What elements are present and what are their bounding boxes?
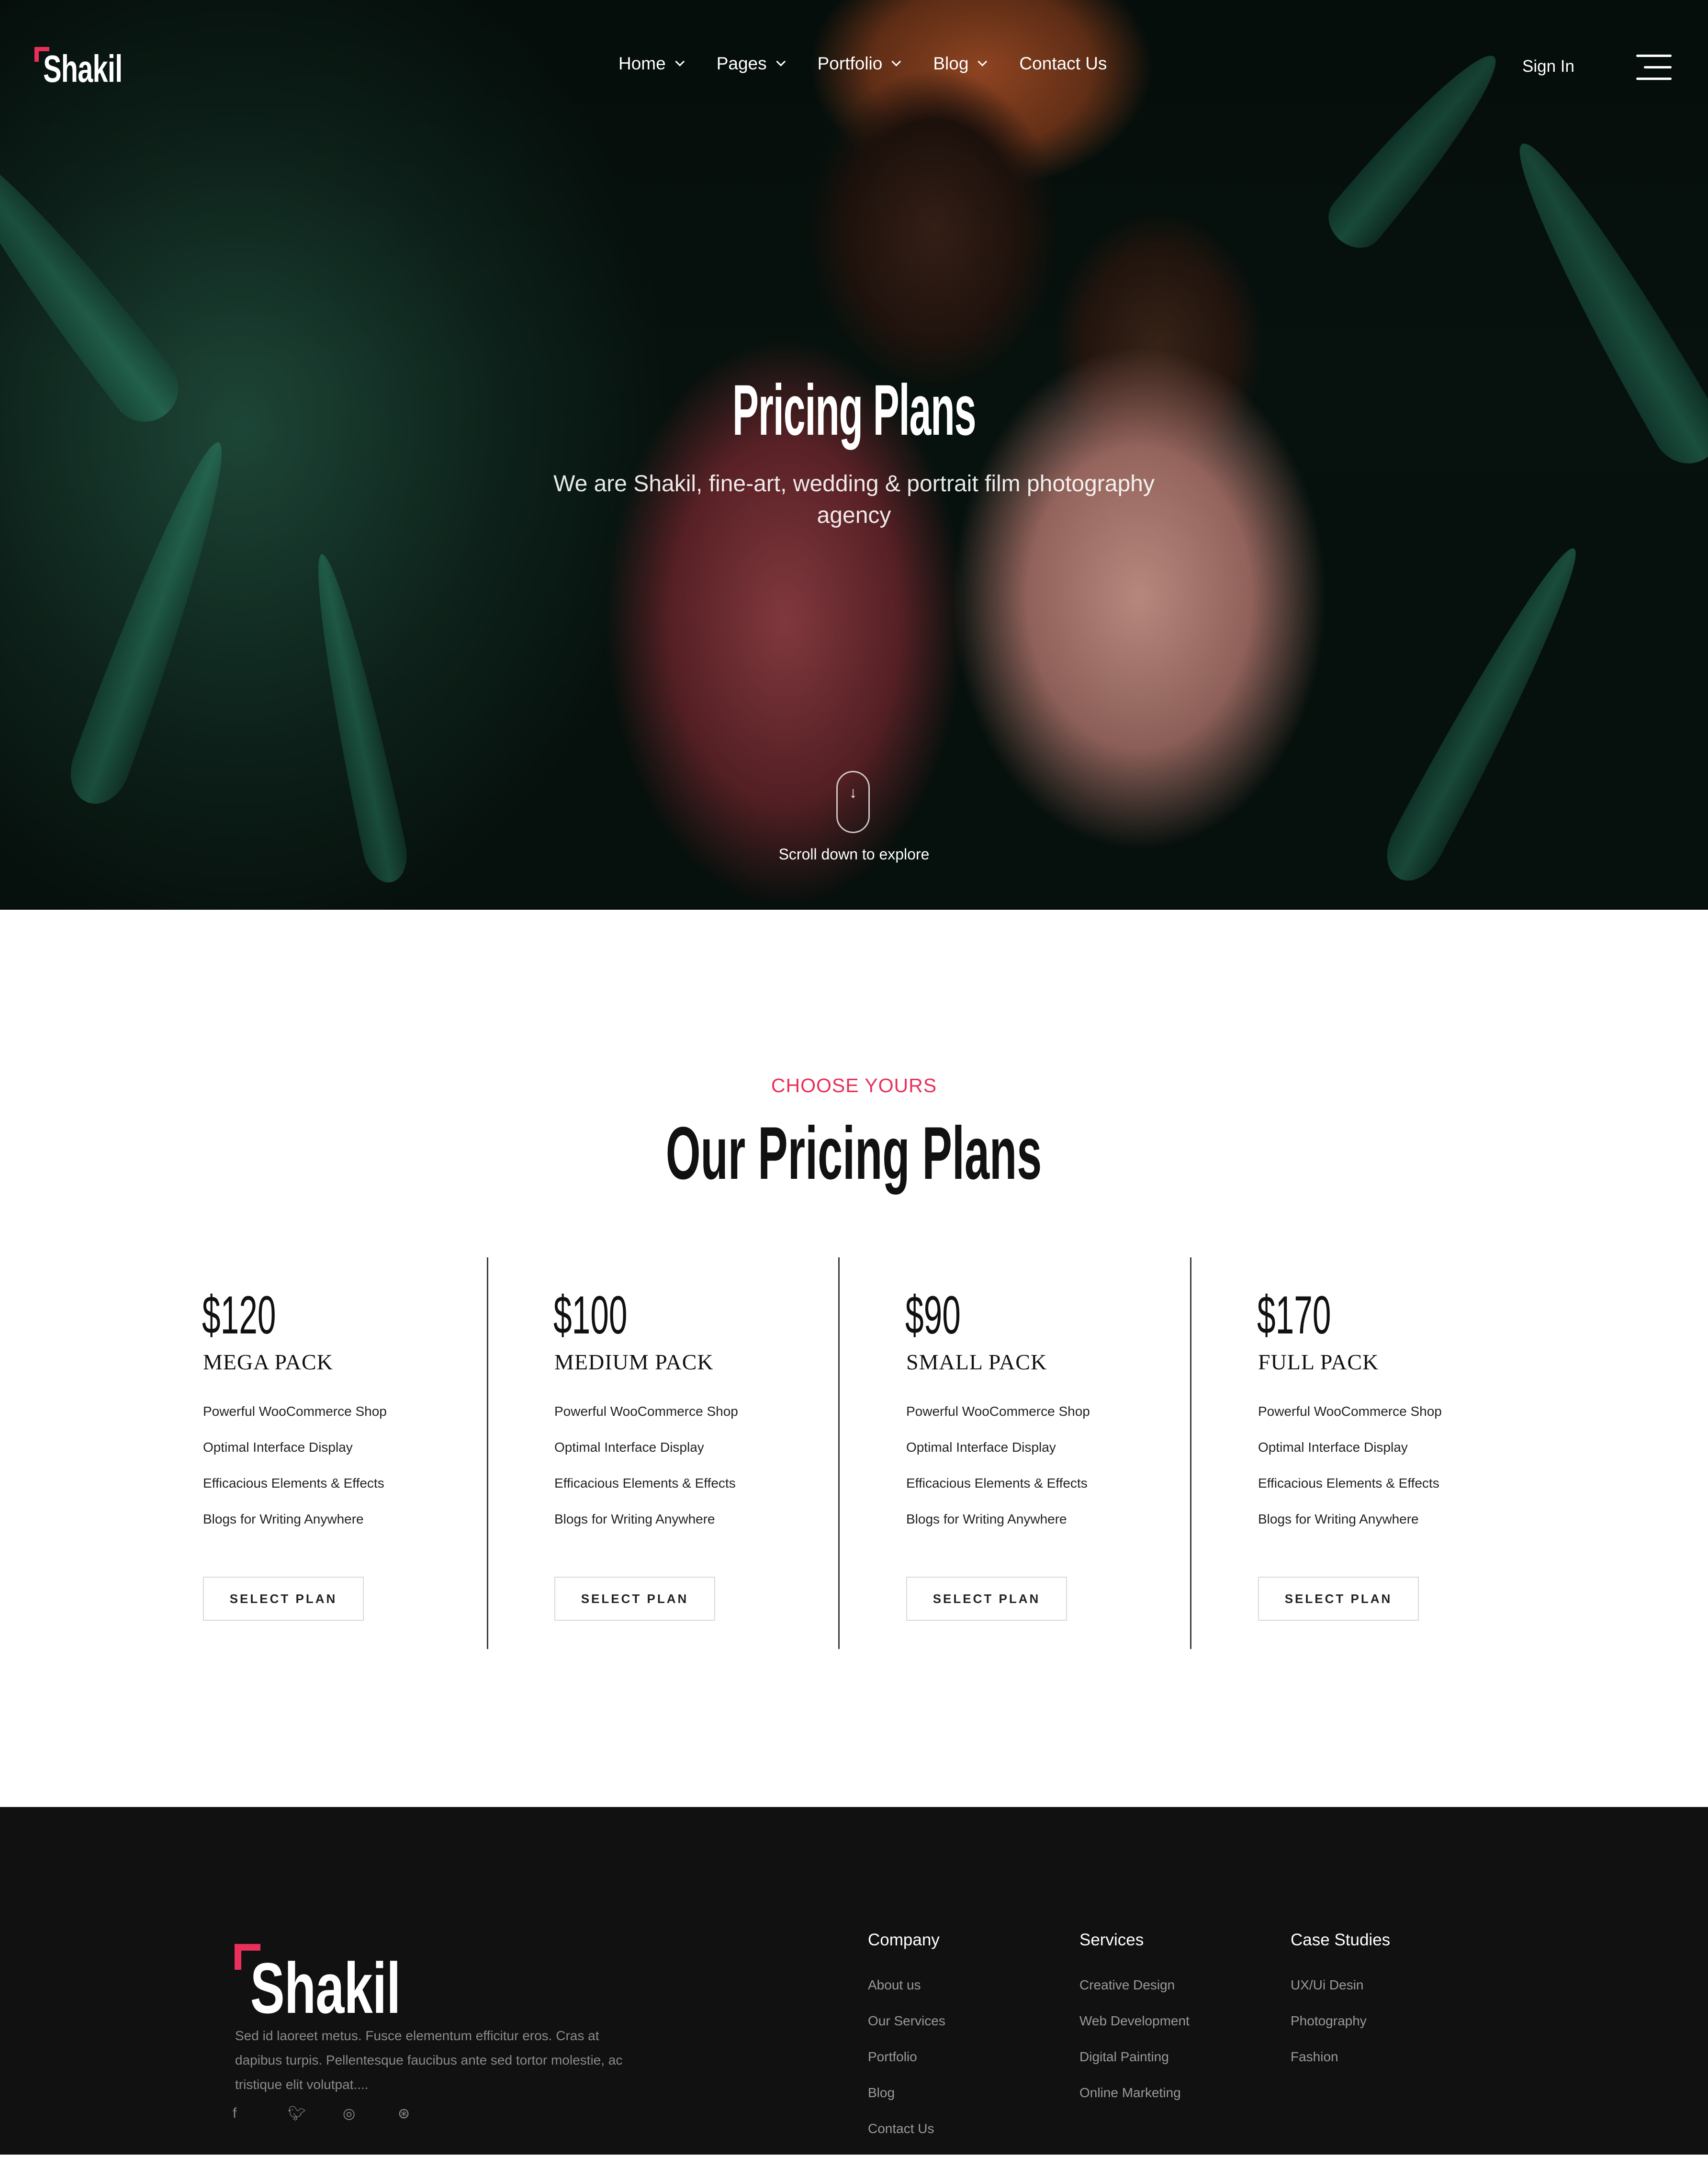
- footer-link[interactable]: Digital Painting: [1079, 2049, 1190, 2085]
- footer-link[interactable]: Fashion: [1291, 2049, 1390, 2085]
- social-links: f 🐦︎ ◎ ⊛: [233, 2105, 453, 2122]
- feature-item: Powerful WooCommerce Shop: [1258, 1404, 1442, 1419]
- plan-price: $90: [905, 1285, 961, 1345]
- sign-in-link[interactable]: Sign In: [1522, 57, 1574, 76]
- pricing-plans: $120 MEGA PACK Powerful WooCommerce Shop…: [0, 1257, 1708, 1650]
- select-plan-button[interactable]: SELECT PLAN: [906, 1577, 1067, 1621]
- feature-item: Optimal Interface Display: [906, 1440, 1056, 1455]
- hamburger-icon[interactable]: [1636, 55, 1672, 81]
- feature-item: Blogs for Writing Anywhere: [1258, 1512, 1419, 1526]
- feature-item: Powerful WooCommerce Shop: [906, 1404, 1090, 1419]
- feature-item: Blogs for Writing Anywhere: [906, 1512, 1067, 1526]
- footer-link[interactable]: Portfolio: [868, 2049, 945, 2085]
- main-nav: Home Pages Portfolio Blog Contact Us: [618, 54, 1107, 74]
- footer-link[interactable]: Online Marketing: [1079, 2085, 1190, 2121]
- footer-link[interactable]: Photography: [1291, 2013, 1390, 2049]
- footer-column-case-studies: Case Studies UX/Ui Desin Photography Fas…: [1291, 1931, 1390, 2085]
- scroll-label: Scroll down to explore: [778, 846, 930, 863]
- plan-features: Powerful WooCommerce Shop Optimal Interf…: [203, 1403, 387, 1547]
- chevron-down-icon: [891, 56, 901, 67]
- facebook-icon[interactable]: f: [233, 2105, 288, 2122]
- plan-features: Powerful WooCommerce Shop Optimal Interf…: [554, 1403, 738, 1547]
- feature-item: Blogs for Writing Anywhere: [203, 1512, 364, 1526]
- plan-name: SMALL PACK: [906, 1350, 1047, 1374]
- footer-link[interactable]: UX/Ui Desin: [1291, 1977, 1390, 2013]
- chevron-down-icon: [775, 56, 786, 67]
- nav-item-pages[interactable]: Pages: [717, 54, 786, 74]
- feature-item: Blogs for Writing Anywhere: [554, 1512, 715, 1526]
- select-plan-button[interactable]: SELECT PLAN: [1258, 1577, 1419, 1621]
- plan-name: FULL PACK: [1258, 1350, 1379, 1374]
- hero-title: Pricing Plans: [732, 370, 976, 450]
- footer-link[interactable]: Creative Design: [1079, 1977, 1190, 2013]
- plan-name: MEGA PACK: [203, 1350, 333, 1374]
- feature-item: Powerful WooCommerce Shop: [554, 1404, 738, 1419]
- column-divider: [838, 1257, 840, 1649]
- select-plan-button[interactable]: SELECT PLAN: [554, 1577, 715, 1621]
- footer-description: Sed id laoreet metus. Fusce elementum ef…: [235, 2028, 623, 2092]
- feature-item: Efficacious Elements & Effects: [1258, 1476, 1439, 1491]
- footer-link[interactable]: Contact Us: [868, 2121, 945, 2157]
- footer-link[interactable]: Web Development: [1079, 2013, 1190, 2049]
- footer-column-heading: Case Studies: [1291, 1931, 1391, 1949]
- column-divider: [487, 1257, 488, 1649]
- section-eyebrow: CHOOSE YOURS: [771, 1074, 937, 1096]
- chevron-down-icon: [675, 56, 685, 67]
- feature-item: Efficacious Elements & Effects: [554, 1476, 736, 1491]
- site-footer: Shakil Sed id laoreet metus. Fusce eleme…: [0, 1807, 1708, 2155]
- feature-item: Optimal Interface Display: [1258, 1440, 1408, 1455]
- arrow-down-icon: ↓: [849, 784, 857, 801]
- footer-logo[interactable]: Shakil: [235, 1944, 462, 2030]
- instagram-icon[interactable]: ◎: [343, 2105, 398, 2122]
- feature-item: Efficacious Elements & Effects: [203, 1476, 384, 1491]
- feature-item: Powerful WooCommerce Shop: [203, 1404, 387, 1419]
- feature-item: Optimal Interface Display: [554, 1440, 704, 1455]
- footer-column-services: Services Creative Design Web Development…: [1079, 1931, 1190, 2121]
- nav-item-home[interactable]: Home: [618, 54, 685, 74]
- header-logo[interactable]: Shakil: [34, 47, 155, 91]
- scroll-down-button[interactable]: ↓: [836, 771, 870, 833]
- footer-column-heading: Services: [1079, 1931, 1144, 1949]
- pricing-card: $170 FULL PACK Powerful WooCommerce Shop…: [1257, 1257, 1609, 1650]
- plan-name: MEDIUM PACK: [554, 1350, 714, 1374]
- footer-link[interactable]: Blog: [868, 2085, 945, 2121]
- plan-price: $120: [202, 1285, 276, 1345]
- twitter-icon[interactable]: 🐦︎: [288, 2105, 343, 2122]
- nav-item-contact[interactable]: Contact Us: [1019, 54, 1107, 74]
- footer-link[interactable]: Our Services: [868, 2013, 945, 2049]
- footer-link[interactable]: About us: [868, 1977, 945, 2013]
- footer-column-heading: Company: [868, 1931, 940, 1949]
- hero-subtitle: We are Shakil, fine-art, wedding & portr…: [553, 471, 1155, 528]
- nav-item-blog[interactable]: Blog: [933, 54, 988, 74]
- footer-column-company: Company About us Our Services Portfolio …: [868, 1931, 945, 2157]
- chevron-down-icon: [978, 56, 988, 67]
- section-title: Our Pricing Plans: [666, 1112, 1042, 1195]
- plan-features: Powerful WooCommerce Shop Optimal Interf…: [1258, 1403, 1442, 1547]
- hero-section: Shakil Home Pages Portfolio Blog Contact…: [0, 0, 1708, 910]
- select-plan-button[interactable]: SELECT PLAN: [203, 1577, 364, 1621]
- dribbble-icon[interactable]: ⊛: [398, 2105, 453, 2122]
- feature-item: Optimal Interface Display: [203, 1440, 353, 1455]
- nav-item-portfolio[interactable]: Portfolio: [818, 54, 901, 74]
- plan-price: $170: [1257, 1285, 1331, 1345]
- column-divider: [1190, 1257, 1191, 1649]
- feature-item: Efficacious Elements & Effects: [906, 1476, 1088, 1491]
- plan-features: Powerful WooCommerce Shop Optimal Interf…: [906, 1403, 1090, 1547]
- plan-price: $100: [553, 1285, 628, 1345]
